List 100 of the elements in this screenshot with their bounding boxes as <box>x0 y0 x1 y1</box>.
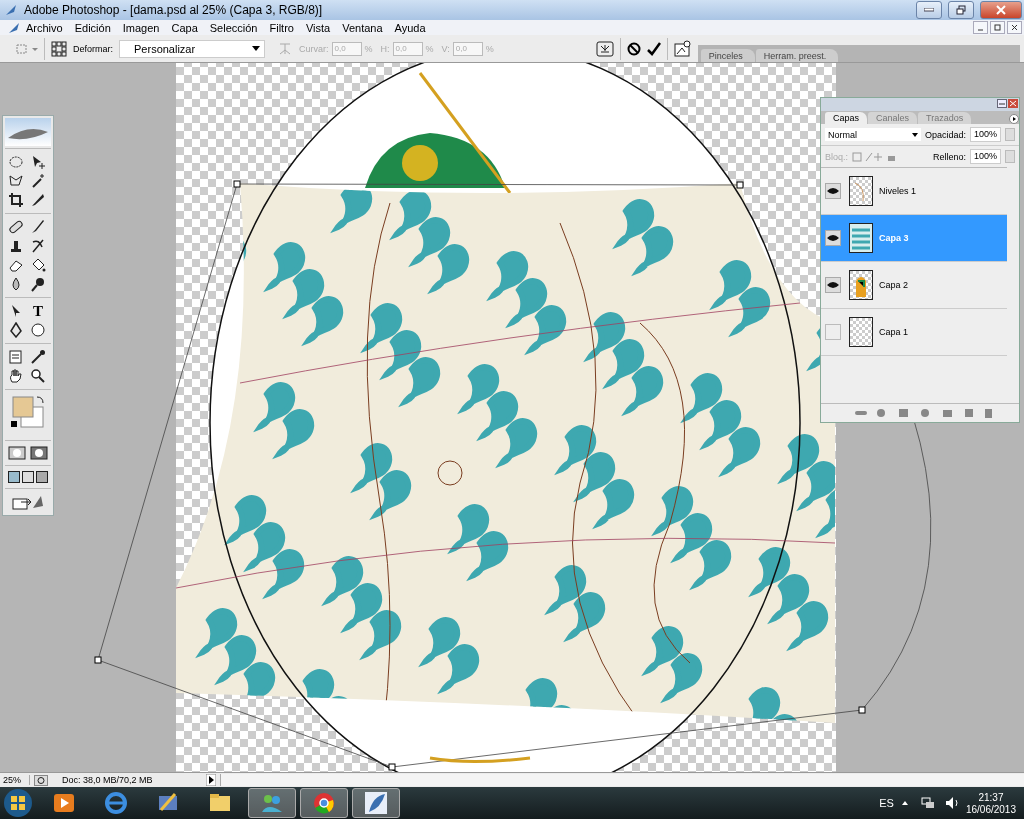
field-label: Curvar: <box>299 43 329 54</box>
bandage-icon[interactable] <box>8 219 24 235</box>
warp-handle[interactable] <box>233 180 241 188</box>
document-size: Doc: 38,0 MB/70,2 MB <box>61 775 154 785</box>
menu-item[interactable]: Edición <box>68 21 117 34</box>
menu-item[interactable]: Archivo <box>20 21 69 34</box>
lasso-icon[interactable] <box>8 173 24 189</box>
layer-thumbnail <box>849 223 873 253</box>
warp-handle[interactable] <box>94 656 102 664</box>
marquee-icon[interactable] <box>8 154 24 170</box>
field-label: V: <box>441 43 450 54</box>
pen-icon[interactable] <box>8 322 24 338</box>
orientation-icon <box>277 40 293 57</box>
menu-item[interactable]: Imagen <box>116 21 166 34</box>
status-menu-arrow-icon[interactable] <box>206 774 216 786</box>
restore-button[interactable] <box>948 1 974 19</box>
zoom-icon[interactable] <box>30 368 46 384</box>
layer-name: Capa 3 <box>879 233 909 243</box>
window-title: Adobe Photoshop - [dama.psd al 25% (Capa 3, RGB/8)] <box>24 3 324 17</box>
panel-tab[interactable]: Capas <box>825 112 867 124</box>
menu-item[interactable]: Filtro <box>263 21 300 34</box>
type-tool[interactable]: T <box>30 303 46 319</box>
opacity-field[interactable]: 100% <box>970 127 1001 142</box>
horizontal-scrollbar[interactable] <box>220 774 1024 786</box>
blend-mode-dropdown[interactable]: Normal <box>825 128 921 141</box>
deform-value: Personalizar <box>134 42 196 55</box>
history-brush-icon[interactable] <box>30 238 46 254</box>
standard-mode-icon[interactable] <box>8 446 26 460</box>
quick-mask-icon[interactable] <box>30 446 48 460</box>
warp-handle[interactable] <box>736 181 744 189</box>
app-menu-icon[interactable] <box>8 21 20 34</box>
file-browser-icon[interactable] <box>673 39 692 58</box>
menu-item[interactable]: Selección <box>203 21 264 34</box>
document-minimize-button[interactable] <box>973 21 988 34</box>
feather-icon[interactable] <box>352 788 400 818</box>
palette-tab[interactable]: Pinceles <box>700 49 755 62</box>
eye-icon[interactable] <box>825 230 841 246</box>
panel-menu-icon[interactable] <box>1009 114 1019 124</box>
paint-bucket-icon[interactable] <box>30 257 46 273</box>
unit-label: % <box>364 43 373 54</box>
layer-row[interactable]: Capa 2 <box>821 262 1007 309</box>
mode-toggle-icon[interactable] <box>595 40 614 57</box>
caret-icon <box>252 46 260 51</box>
clock-date: 16/06/2013 <box>965 803 1016 815</box>
lock-label: Bloq.: <box>825 151 848 162</box>
note-icon[interactable] <box>8 349 24 365</box>
warp-tool-icon <box>16 42 38 55</box>
warp-handle[interactable] <box>388 763 396 771</box>
menu-item[interactable]: Ayuda <box>388 21 432 34</box>
fill-slider-button[interactable] <box>1005 150 1015 163</box>
warp-handle[interactable] <box>858 706 866 714</box>
eye-icon[interactable] <box>825 183 841 199</box>
knife-icon[interactable] <box>30 192 46 208</box>
layer-name: Capa 2 <box>879 280 909 290</box>
crop-icon[interactable] <box>8 192 24 208</box>
screen-mode-icon[interactable] <box>22 471 34 483</box>
stamp-icon[interactable] <box>8 238 24 254</box>
menu-item[interactable]: Vista <box>299 21 337 34</box>
commit-checkmark-icon[interactable] <box>646 41 661 56</box>
eyedropper-icon[interactable] <box>30 349 46 365</box>
panel-close-button[interactable] <box>1008 99 1018 108</box>
opacity-label: Opacidad: <box>924 129 966 140</box>
zoom-level[interactable]: 25% <box>0 775 30 785</box>
polygon-icon[interactable] <box>30 322 46 338</box>
document-close-button[interactable] <box>1007 21 1022 34</box>
layer-name: Capa 1 <box>879 327 909 337</box>
fill-label: Relleno: <box>932 151 966 162</box>
visibility-toggle[interactable] <box>825 324 841 340</box>
menu-item[interactable]: Ventana <box>336 21 389 34</box>
color-swatches-icon[interactable] <box>9 395 47 431</box>
screen-mode-icon[interactable] <box>8 471 20 483</box>
status-options-icon[interactable] <box>34 774 48 786</box>
deform-label: Deformar: <box>73 43 113 54</box>
language-indicator[interactable]: ES <box>879 797 894 809</box>
dodge-icon[interactable] <box>30 276 46 292</box>
chrome-icon[interactable] <box>300 788 348 818</box>
menu-item[interactable]: Capa <box>165 21 204 34</box>
close-icon <box>996 5 1006 15</box>
jump-to-app-icon[interactable] <box>11 494 45 510</box>
fill-field[interactable]: 100% <box>970 149 1001 164</box>
opacity-slider-button[interactable] <box>1005 128 1015 141</box>
minimize-button[interactable] <box>916 1 942 19</box>
cancel-icon[interactable] <box>626 41 641 56</box>
layer-name: Niveles 1 <box>879 186 916 196</box>
close-button[interactable] <box>980 1 1022 19</box>
unit-label: % <box>485 43 494 54</box>
panel-collapse-button[interactable] <box>997 99 1007 108</box>
hand-icon[interactable] <box>8 368 24 384</box>
layer-thumbnail <box>849 317 873 347</box>
deform-dropdown[interactable]: Personalizar <box>119 39 265 58</box>
minimize-icon <box>924 8 934 12</box>
magic-wand-icon[interactable] <box>30 173 46 189</box>
eye-icon[interactable] <box>825 277 841 293</box>
move-icon[interactable] <box>30 154 46 170</box>
layer-thumbnail <box>849 176 873 206</box>
warp-grid-icon[interactable] <box>51 40 67 57</box>
layer-row[interactable]: Capa 1 <box>821 309 1007 356</box>
blend-mode-value: Normal <box>828 129 857 140</box>
palette-tab[interactable]: Herram. preest. <box>755 49 839 62</box>
screen-mode-icon[interactable] <box>36 471 48 483</box>
